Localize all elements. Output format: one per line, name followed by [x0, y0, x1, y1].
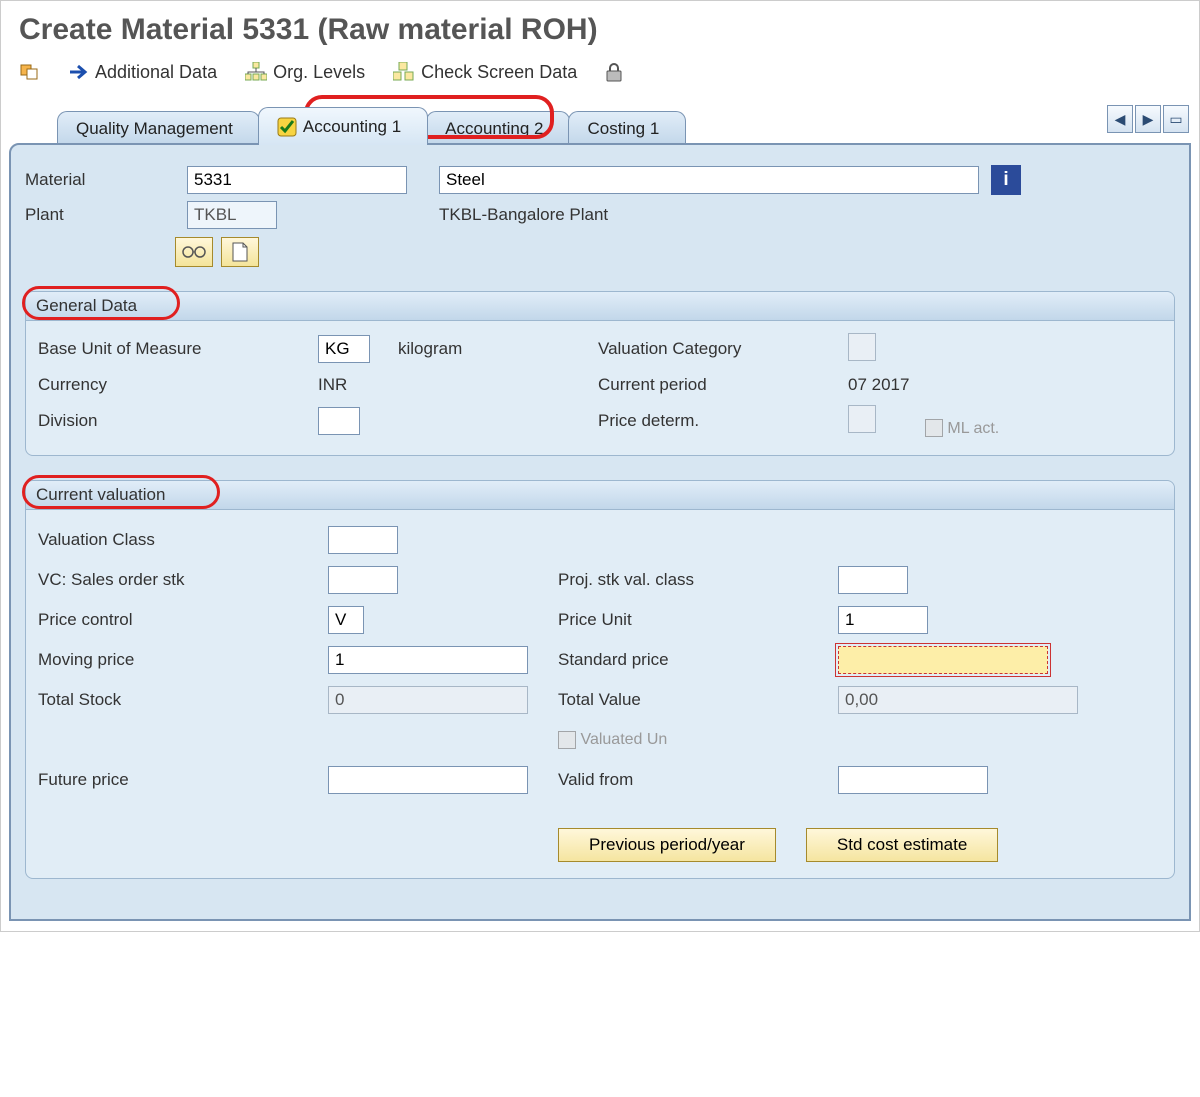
current-valuation-header: Current valuation — [26, 481, 1174, 510]
general-data-header: General Data — [26, 292, 1174, 321]
total-value-label: Total Value — [558, 690, 838, 710]
price-control-input[interactable] — [328, 606, 364, 634]
standard-price-label: Standard price — [558, 650, 838, 670]
std-cost-estimate-button[interactable]: Std cost estimate — [806, 828, 998, 862]
valuation-category-value — [848, 333, 876, 361]
future-price-label: Future price — [38, 770, 328, 790]
material-label: Material — [25, 170, 175, 190]
check-screen-data-button[interactable]: Check Screen Data — [393, 62, 577, 83]
valuation-class-input[interactable] — [328, 526, 398, 554]
check-icon — [277, 117, 297, 137]
previous-period-year-button[interactable]: Previous period/year — [558, 828, 776, 862]
check-screen-data-label: Check Screen Data — [421, 62, 577, 83]
current-period-value: 07 2017 — [848, 375, 1162, 395]
tab-accounting-2[interactable]: Accounting 2 — [426, 111, 570, 145]
material-input[interactable] — [187, 166, 407, 194]
lock-icon — [605, 62, 623, 82]
create-button[interactable] — [221, 237, 259, 267]
info-button[interactable]: i — [991, 165, 1021, 195]
tab-scroll-left-button[interactable]: ◀ — [1107, 105, 1133, 133]
future-price-input[interactable] — [328, 766, 528, 794]
org-levels-icon — [245, 62, 267, 82]
proj-stk-val-class-label: Proj. stk val. class — [558, 570, 838, 590]
org-levels-button[interactable]: Org. Levels — [245, 62, 365, 83]
current-period-label: Current period — [598, 375, 848, 395]
price-control-label: Price control — [38, 610, 328, 630]
vc-sales-order-stk-label: VC: Sales order stk — [38, 570, 328, 590]
valuated-un-checkbox — [558, 731, 576, 749]
new-page-icon — [231, 242, 249, 262]
valid-from-input[interactable] — [838, 766, 988, 794]
page-title: Create Material 5331 (Raw material ROH) — [1, 1, 1199, 53]
buom-input[interactable] — [318, 335, 370, 363]
display-button[interactable] — [175, 237, 213, 267]
tab-label: Accounting 2 — [445, 119, 543, 139]
tab-scroll-right-button[interactable]: ▶ — [1135, 105, 1161, 133]
plant-label: Plant — [25, 205, 175, 225]
tab-quality-management[interactable]: Quality Management — [57, 111, 260, 145]
tab-content: Material i Plant TKBL TKBL-Bangalore Pla… — [9, 143, 1191, 921]
application-toolbar: Additional Data Org. Levels Check Screen… — [1, 53, 1199, 101]
price-unit-input[interactable] — [838, 606, 928, 634]
currency-label: Currency — [38, 375, 318, 395]
plant-value: TKBL — [187, 201, 277, 229]
buom-label: Base Unit of Measure — [38, 339, 318, 359]
tab-label: Accounting 1 — [303, 117, 401, 137]
valuated-un-label: Valuated Un — [580, 731, 667, 748]
tab-navigator: ◀ ▶ ▭ — [1107, 105, 1189, 133]
tab-label: Costing 1 — [587, 119, 659, 139]
general-data-group: General Data Base Unit of Measure kilogr… — [25, 291, 1175, 456]
price-determ-label: Price determ. — [598, 411, 848, 431]
valuation-class-label: Valuation Class — [38, 530, 328, 550]
additional-data-button[interactable]: Additional Data — [69, 62, 217, 83]
valuation-category-label: Valuation Category — [598, 339, 848, 359]
arrow-right-icon — [69, 64, 89, 80]
ml-act-checkbox — [925, 419, 943, 437]
division-label: Division — [38, 411, 318, 431]
plant-desc: TKBL-Bangalore Plant — [439, 205, 979, 225]
price-determ-value — [848, 405, 876, 433]
moving-price-input[interactable] — [328, 646, 528, 674]
currency-value: INR — [318, 375, 388, 395]
tab-costing-1[interactable]: Costing 1 — [568, 111, 686, 145]
tabstrip: Quality Management Accounting 1 Accounti… — [9, 101, 1191, 145]
current-valuation-group: Current valuation Valuation Class VC: Sa… — [25, 480, 1175, 879]
tab-label: Quality Management — [76, 119, 233, 139]
vc-sales-order-stk-input[interactable] — [328, 566, 398, 594]
ml-act-label: ML act. — [947, 420, 999, 437]
total-stock-label: Total Stock — [38, 690, 328, 710]
division-input[interactable] — [318, 407, 360, 435]
proj-stk-val-class-input[interactable] — [838, 566, 908, 594]
glasses-icon — [182, 245, 206, 259]
total-stock-value: 0 — [328, 686, 528, 714]
check-data-icon — [393, 62, 415, 82]
views-icon — [19, 61, 41, 83]
lock-button[interactable] — [605, 62, 623, 82]
org-levels-label: Org. Levels — [273, 62, 365, 83]
standard-price-input[interactable] — [838, 646, 1048, 674]
toolbar-views-button[interactable] — [19, 61, 41, 83]
moving-price-label: Moving price — [38, 650, 328, 670]
valid-from-label: Valid from — [558, 770, 838, 790]
material-desc-input[interactable] — [439, 166, 979, 194]
tab-list-button[interactable]: ▭ — [1163, 105, 1189, 133]
total-value-value: 0,00 — [838, 686, 1078, 714]
buom-text: kilogram — [388, 339, 538, 359]
tab-accounting-1[interactable]: Accounting 1 — [258, 107, 428, 145]
additional-data-label: Additional Data — [95, 62, 217, 83]
price-unit-label: Price Unit — [558, 610, 838, 630]
